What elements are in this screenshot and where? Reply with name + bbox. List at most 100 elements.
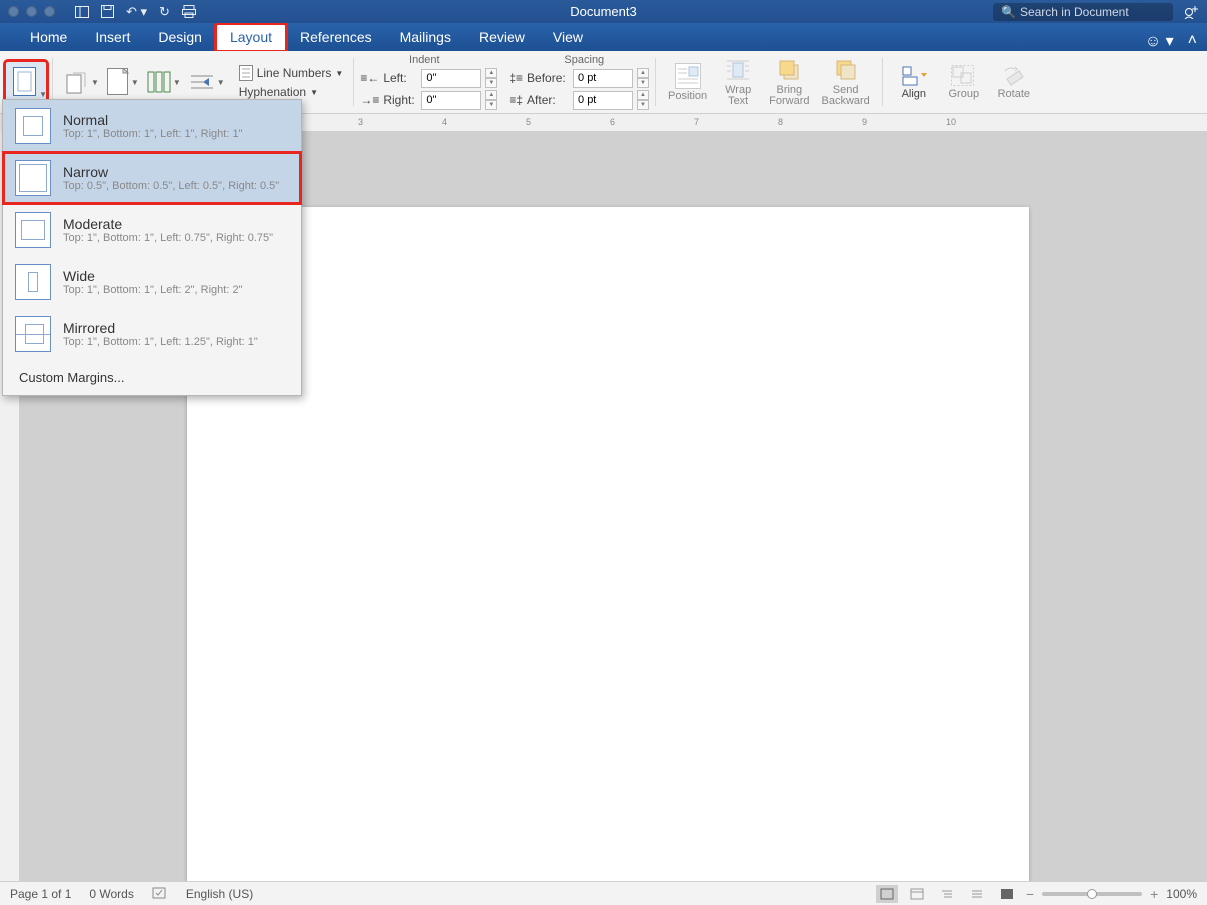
minimize-window[interactable] <box>26 6 37 17</box>
ruler-tick: 8 <box>778 117 783 127</box>
margins-mirrored-icon <box>15 316 51 352</box>
rotate-button[interactable]: Rotate <box>989 63 1039 102</box>
bring-forward-button[interactable]: Bring Forward <box>763 55 815 109</box>
web-layout-view[interactable] <box>906 885 928 903</box>
spacing-after-label: After: <box>527 93 569 107</box>
margins-normal[interactable]: Normal Top: 1", Bottom: 1", Left: 1", Ri… <box>3 100 301 152</box>
word-count[interactable]: 0 Words <box>89 887 133 901</box>
draft-view[interactable] <box>966 885 988 903</box>
tab-view[interactable]: View <box>539 24 597 51</box>
margins-mirrored-desc: Top: 1", Bottom: 1", Left: 1.25", Right:… <box>63 336 258 348</box>
spacing-after-icon: ≡‡ <box>509 93 523 107</box>
align-button[interactable]: Align <box>889 63 939 102</box>
document-title: Document3 <box>570 4 636 19</box>
size-button[interactable]: ▼ <box>103 66 143 98</box>
orientation-button[interactable]: ▼ <box>59 67 103 97</box>
margins-custom[interactable]: Custom Margins... <box>3 360 301 395</box>
tab-layout[interactable]: Layout <box>216 24 286 51</box>
margins-narrow-icon <box>15 160 51 196</box>
indent-left-icon: ≡← <box>360 71 379 85</box>
ribbon-tabs: Home Insert Design Layout References Mai… <box>0 23 1207 51</box>
zoom-slider[interactable] <box>1042 892 1142 896</box>
indent-right-input[interactable] <box>421 91 481 110</box>
maximize-window[interactable] <box>44 6 55 17</box>
tab-insert[interactable]: Insert <box>81 24 144 51</box>
ruler-tick: 5 <box>526 117 531 127</box>
position-button[interactable]: Position <box>662 61 713 104</box>
outline-view[interactable] <box>936 885 958 903</box>
spellcheck-icon[interactable] <box>152 887 168 901</box>
margins-moderate-desc: Top: 1", Bottom: 1", Left: 0.75", Right:… <box>63 232 273 244</box>
indent-right-spinner[interactable]: ▲▼ <box>485 90 497 110</box>
tab-mailings[interactable]: Mailings <box>386 24 465 51</box>
margins-moderate[interactable]: Moderate Top: 1", Bottom: 1", Left: 0.75… <box>3 204 301 256</box>
ruler-tick: 7 <box>694 117 699 127</box>
breaks-button[interactable]: ▼ <box>185 70 229 94</box>
spacing-before-icon: ‡≡ <box>509 71 523 85</box>
margins-wide-icon <box>15 264 51 300</box>
columns-button[interactable]: ▼ <box>143 68 185 96</box>
spacing-after-spinner[interactable]: ▲▼ <box>637 90 649 110</box>
margins-wide-desc: Top: 1", Bottom: 1", Left: 2", Right: 2" <box>63 284 243 296</box>
zoom-in[interactable]: + <box>1150 886 1158 902</box>
margins-normal-desc: Top: 1", Bottom: 1", Left: 1", Right: 1" <box>63 128 243 140</box>
statusbar: Page 1 of 1 0 Words English (US) − + 100… <box>0 881 1207 905</box>
indent-left-spinner[interactable]: ▲▼ <box>485 68 497 88</box>
spacing-after-input[interactable] <box>573 91 633 110</box>
margins-mirrored[interactable]: Mirrored Top: 1", Bottom: 1", Left: 1.25… <box>3 308 301 360</box>
tab-review[interactable]: Review <box>465 24 539 51</box>
tab-references[interactable]: References <box>286 24 386 51</box>
collapse-ribbon-icon[interactable]: ˄ <box>1188 32 1197 50</box>
share-icon[interactable] <box>1183 5 1199 19</box>
zoom-out[interactable]: − <box>1026 886 1034 902</box>
margins-wide-title: Wide <box>63 268 243 284</box>
search-icon: 🔍 <box>1001 5 1016 19</box>
print-icon[interactable] <box>182 5 196 18</box>
close-window[interactable] <box>8 6 19 17</box>
page <box>187 207 1029 881</box>
group-button[interactable]: Group <box>939 63 989 102</box>
print-layout-view[interactable] <box>876 885 898 903</box>
hyphenation-label: Hyphenation <box>239 85 306 99</box>
indent-right-icon: →≡ <box>360 93 379 107</box>
ruler-tick: 10 <box>946 117 956 127</box>
margins-mirrored-title: Mirrored <box>63 320 258 336</box>
spacing-before-input[interactable] <box>573 69 633 88</box>
ruler-tick: 4 <box>442 117 447 127</box>
ruler-tick: 6 <box>610 117 615 127</box>
zoom-level[interactable]: 100% <box>1166 887 1197 901</box>
tab-design[interactable]: Design <box>144 24 216 51</box>
page-count[interactable]: Page 1 of 1 <box>10 887 71 901</box>
tab-home[interactable]: Home <box>16 24 81 51</box>
margins-button[interactable]: ▼ <box>6 62 46 102</box>
redo-icon[interactable]: ↻ <box>159 4 170 20</box>
spacing-header: Spacing <box>524 54 644 66</box>
focus-view[interactable] <box>996 885 1018 903</box>
margins-wide[interactable]: Wide Top: 1", Bottom: 1", Left: 2", Righ… <box>3 256 301 308</box>
indent-left-label: Left: <box>383 71 417 85</box>
ruler-tick: 3 <box>358 117 363 127</box>
sidebar-icon[interactable] <box>75 6 89 18</box>
send-backward-button[interactable]: Send Backward <box>816 55 876 109</box>
search-input[interactable]: 🔍 Search in Document <box>993 3 1173 21</box>
feedback-icon[interactable]: ☺ ▾ <box>1145 31 1174 51</box>
undo-icon[interactable]: ↶ ▾ <box>126 4 147 20</box>
spacing-before-label: Before: <box>527 71 569 85</box>
indent-left-input[interactable] <box>421 69 481 88</box>
margins-normal-icon <box>15 108 51 144</box>
wrap-text-button[interactable]: Wrap Text <box>713 55 763 109</box>
indent-right-label: Right: <box>383 93 417 107</box>
margins-narrow-title: Narrow <box>63 164 279 180</box>
margins-normal-title: Normal <box>63 112 243 128</box>
margins-menu: Normal Top: 1", Bottom: 1", Left: 1", Ri… <box>2 99 302 396</box>
titlebar: ↶ ▾ ↻ Document3 🔍 Search in Document <box>0 0 1207 23</box>
search-placeholder: Search in Document <box>1020 5 1129 19</box>
line-numbers-label: Line Numbers <box>257 66 332 80</box>
save-icon[interactable] <box>101 5 114 18</box>
chevron-down-icon: ▼ <box>39 90 47 99</box>
spacing-before-spinner[interactable]: ▲▼ <box>637 68 649 88</box>
quick-access-toolbar: ↶ ▾ ↻ <box>75 4 196 20</box>
line-numbers-button[interactable]: Line Numbers▼ <box>235 63 348 83</box>
language-status[interactable]: English (US) <box>186 887 253 901</box>
margins-narrow[interactable]: Narrow Top: 0.5", Bottom: 0.5", Left: 0.… <box>3 152 301 204</box>
